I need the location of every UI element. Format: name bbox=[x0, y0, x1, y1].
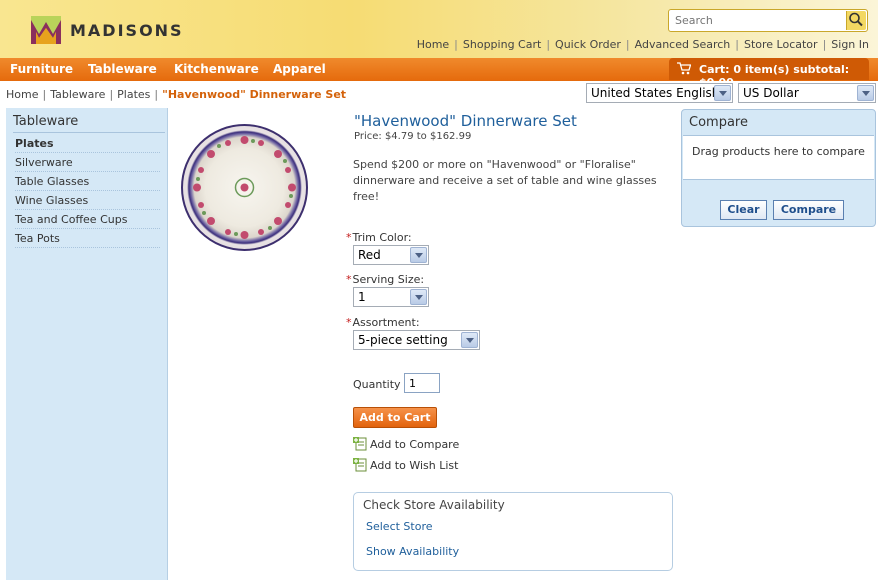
currency-select[interactable]: US Dollar bbox=[738, 83, 876, 103]
serving-size-label: *Serving Size: bbox=[346, 273, 425, 286]
sidebar-title: Tableware bbox=[13, 114, 79, 129]
assortment-select[interactable]: 5-piece setting bbox=[353, 330, 480, 350]
sidebar-item-tea-coffee-cups[interactable]: Tea and Coffee Cups bbox=[15, 210, 160, 229]
compare-clear-button[interactable]: Clear bbox=[720, 200, 767, 220]
breadcrumb-tableware[interactable]: Tableware bbox=[50, 88, 105, 101]
store-availability-title: Check Store Availability bbox=[363, 498, 505, 512]
add-to-cart-button[interactable]: Add to Cart bbox=[353, 407, 437, 428]
top-links: Home | Shopping Cart | Quick Order | Advanc… bbox=[416, 38, 869, 51]
toplink-quick-order[interactable]: Quick Order bbox=[555, 38, 621, 51]
search-icon bbox=[849, 12, 863, 27]
search-button[interactable] bbox=[846, 11, 866, 30]
breadcrumb-current: "Havenwood" Dinnerware Set bbox=[162, 88, 347, 101]
toplink-sign-in[interactable]: Sign In bbox=[831, 38, 869, 51]
header: MADISONS Home| Shopping Cart| Quick Orde… bbox=[0, 0, 878, 58]
chevron-down-icon bbox=[857, 85, 874, 101]
toplink-home[interactable]: Home bbox=[417, 38, 449, 51]
show-availability-link[interactable]: Show Availability bbox=[366, 545, 459, 558]
logo[interactable]: MADISONS bbox=[30, 14, 184, 46]
chevron-down-icon bbox=[410, 289, 427, 305]
nav-furniture[interactable]: Furniture bbox=[10, 62, 73, 76]
store-availability-panel: Check Store Availability Select Store Sh… bbox=[353, 492, 673, 571]
nav-apparel[interactable]: Apparel bbox=[273, 62, 326, 76]
product-image[interactable] bbox=[181, 124, 308, 251]
compare-drop-zone[interactable]: Drag products here to compare bbox=[683, 135, 874, 180]
sidebar-item-silverware[interactable]: Silverware bbox=[15, 153, 160, 172]
search-box bbox=[668, 9, 868, 32]
toplink-store-locator[interactable]: Store Locator bbox=[744, 38, 818, 51]
nav-kitchenware[interactable]: Kitchenware bbox=[174, 62, 259, 76]
quantity-label: Quantity bbox=[353, 378, 401, 391]
breadcrumb-home[interactable]: Home bbox=[6, 88, 38, 101]
serving-size-select[interactable]: 1 bbox=[353, 287, 429, 307]
select-store-link[interactable]: Select Store bbox=[366, 520, 433, 533]
sidebar-item-tea-pots[interactable]: Tea Pots bbox=[15, 229, 160, 248]
chevron-down-icon bbox=[461, 332, 478, 348]
mini-cart[interactable]: Cart: 0 item(s) subtotal: $0.00 bbox=[669, 58, 869, 89]
category-sidebar: Tableware Plates Silverware Table Glasse… bbox=[6, 108, 168, 580]
sidebar-item-table-glasses[interactable]: Table Glasses bbox=[15, 172, 160, 191]
add-to-wishlist-link[interactable]: Add to Wish List bbox=[353, 458, 458, 472]
add-document-icon bbox=[353, 437, 367, 451]
cart-icon bbox=[677, 62, 691, 75]
compare-button[interactable]: Compare bbox=[773, 200, 844, 220]
trim-color-select[interactable]: Red bbox=[353, 245, 429, 265]
trim-color-label: *Trim Color: bbox=[346, 231, 412, 244]
compare-title: Compare bbox=[689, 115, 748, 130]
compare-panel: Compare Drag products here to compare Cl… bbox=[681, 109, 876, 227]
add-document-icon bbox=[353, 458, 367, 472]
toplink-shopping-cart[interactable]: Shopping Cart bbox=[463, 38, 541, 51]
quantity-input[interactable] bbox=[404, 373, 440, 393]
logo-mark-icon bbox=[30, 14, 62, 46]
promo-text: Spend $200 or more on "Havenwood" or "Fl… bbox=[353, 158, 657, 203]
brand-name: MADISONS bbox=[70, 20, 184, 40]
chevron-down-icon bbox=[410, 247, 427, 263]
language-select[interactable]: United States English bbox=[586, 83, 733, 103]
compare-hint: Drag products here to compare bbox=[692, 145, 865, 158]
assortment-label: *Assortment: bbox=[346, 316, 420, 329]
breadcrumb-plates[interactable]: Plates bbox=[117, 88, 150, 101]
chevron-down-icon bbox=[714, 85, 731, 101]
add-to-compare-link[interactable]: Add to Compare bbox=[353, 437, 459, 451]
nav-tableware[interactable]: Tableware bbox=[88, 62, 157, 76]
divider bbox=[13, 132, 165, 133]
sidebar-item-wine-glasses[interactable]: Wine Glasses bbox=[15, 191, 160, 210]
toplink-advanced-search[interactable]: Advanced Search bbox=[635, 38, 731, 51]
breadcrumb: Home | Tableware | Plates | "Havenwood" Dinner… bbox=[6, 88, 347, 101]
sidebar-item-plates[interactable]: Plates bbox=[15, 134, 160, 153]
product-title: "Havenwood" Dinnerware Set bbox=[354, 112, 577, 130]
search-input[interactable] bbox=[671, 11, 843, 30]
product-price: Price: $4.79 to $162.99 bbox=[354, 131, 472, 142]
